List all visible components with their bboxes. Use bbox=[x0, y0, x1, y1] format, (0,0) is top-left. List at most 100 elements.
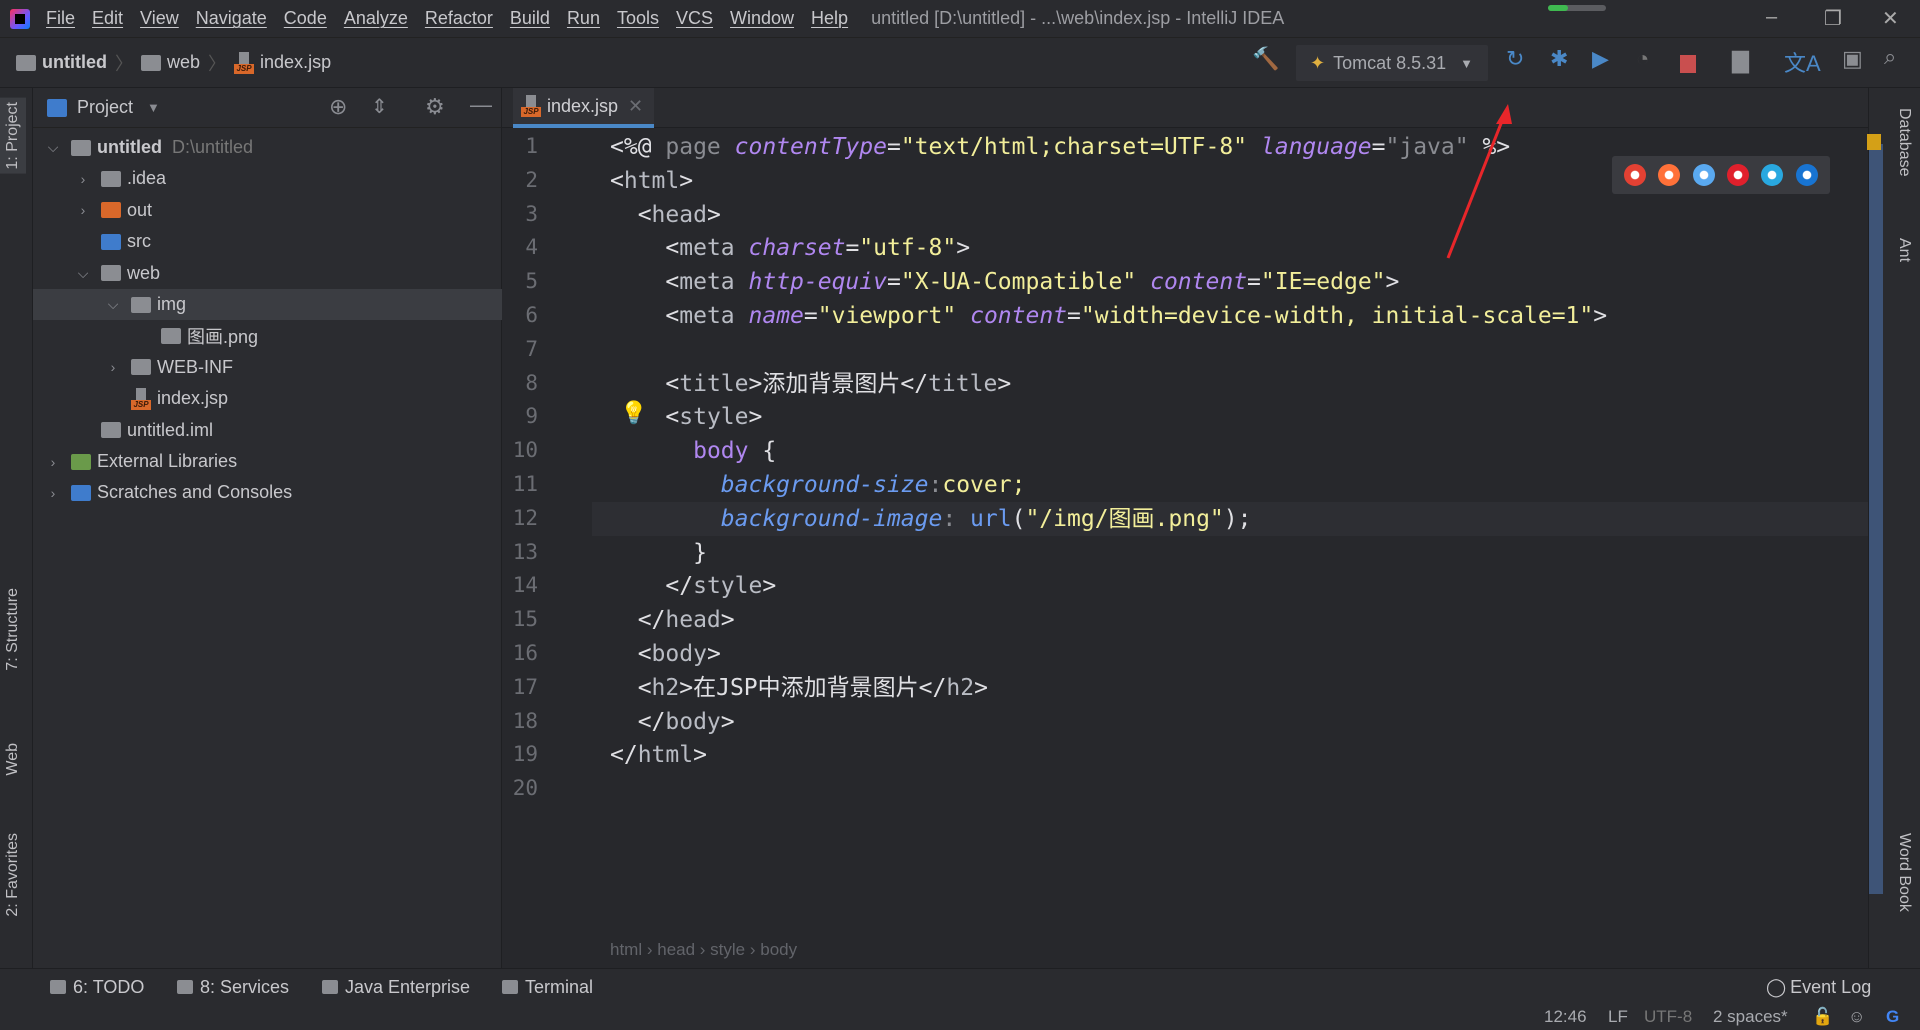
project-view-selector[interactable]: Project bbox=[77, 97, 133, 118]
tab-web[interactable]: Web bbox=[4, 743, 22, 776]
tab-word-book[interactable]: Word Book bbox=[1895, 833, 1913, 912]
terminal-window-icon[interactable]: ▣ bbox=[1842, 46, 1863, 72]
tab-ant[interactable]: Ant bbox=[1895, 238, 1913, 262]
code-line[interactable]: </head> bbox=[610, 603, 735, 637]
indent-setting[interactable]: 2 spaces* bbox=[1713, 1007, 1788, 1027]
edge-icon[interactable] bbox=[1795, 164, 1818, 186]
internet-explorer-icon[interactable] bbox=[1761, 164, 1784, 186]
chevron-down-icon[interactable]: ⌵ bbox=[73, 265, 93, 282]
safari-icon[interactable] bbox=[1692, 164, 1715, 186]
gear-icon[interactable]: ⚙ bbox=[425, 94, 445, 120]
tool-todo[interactable]: 6: TODO bbox=[50, 977, 144, 998]
line-separator[interactable]: LF bbox=[1608, 1007, 1628, 1027]
editor-breadcrumb-html[interactable]: html bbox=[610, 940, 642, 959]
editor-breadcrumb-style[interactable]: style bbox=[710, 940, 745, 959]
tree-item-out[interactable]: › out bbox=[33, 195, 502, 226]
breadcrumb-index-jsp[interactable]: index.jsp bbox=[234, 51, 331, 74]
chevron-down-icon[interactable]: ⌵ bbox=[103, 296, 123, 313]
inspector-icon[interactable]: ☺ bbox=[1848, 1007, 1865, 1027]
chevron-down-icon[interactable]: ⌵ bbox=[43, 139, 63, 156]
translate-icon[interactable]: 文A bbox=[1784, 46, 1821, 78]
tree-item-scratches-and-consoles[interactable]: › Scratches and Consoles bbox=[33, 477, 502, 508]
chevron-right-icon[interactable]: › bbox=[73, 171, 93, 187]
opera-icon[interactable] bbox=[1727, 164, 1750, 186]
menu-file[interactable]: File bbox=[46, 8, 75, 29]
code-line[interactable]: </style> bbox=[610, 569, 776, 603]
chevron-down-icon[interactable]: ▼ bbox=[147, 100, 160, 115]
google-translate-icon[interactable]: G bbox=[1886, 1007, 1899, 1027]
code-line[interactable]: <%@ page contentType="text/html;charset=… bbox=[610, 130, 1510, 164]
breadcrumb-web[interactable]: web bbox=[141, 52, 200, 73]
menu-run[interactable]: Run bbox=[567, 8, 600, 29]
tree-item-web-inf[interactable]: › WEB-INF bbox=[33, 352, 502, 383]
code-line[interactable]: <title>添加背景图片</title> bbox=[610, 367, 1011, 401]
menu-edit[interactable]: Edit bbox=[92, 8, 123, 29]
editor-breadcrumb-body[interactable]: body bbox=[760, 940, 797, 959]
menu-help[interactable]: Help bbox=[811, 8, 848, 29]
code-line[interactable]: <html> bbox=[610, 164, 693, 198]
locate-target-icon[interactable]: ⊕ bbox=[329, 94, 347, 120]
chevron-right-icon[interactable]: › bbox=[103, 359, 123, 375]
code-line[interactable]: background-image: url("/img/图画.png"); bbox=[610, 502, 1252, 536]
code-line[interactable]: background-size:cover; bbox=[610, 468, 1026, 502]
code-line[interactable]: } bbox=[610, 536, 707, 570]
tool-java-enterprise[interactable]: Java Enterprise bbox=[322, 977, 470, 998]
code-editor[interactable]: 1 2 3 4 5 6 7 8 9 10 11 12 13 14 15 16 17 18 19 20 <%@ page… bbox=[502, 128, 1868, 968]
tree-item-untitled[interactable]: ⌵ untitled D:\untitled bbox=[33, 132, 502, 163]
tool-event-log[interactable]: ◯ Event Log bbox=[1766, 977, 1871, 998]
menu-refactor[interactable]: Refactor bbox=[425, 8, 493, 29]
stop-icon[interactable] bbox=[1680, 55, 1696, 73]
tree-item--png[interactable]: 图画.png bbox=[33, 320, 502, 351]
tree-item-src[interactable]: src bbox=[33, 226, 502, 257]
run-with-coverage-icon[interactable]: ▶ bbox=[1592, 46, 1609, 72]
tree-item-index-jsp[interactable]: index.jsp bbox=[33, 383, 502, 414]
editor-scrollbar[interactable] bbox=[1869, 144, 1883, 894]
menu-code[interactable]: Code bbox=[284, 8, 327, 29]
build-hammer-icon[interactable]: 🔨 bbox=[1252, 46, 1279, 72]
code-line[interactable]: <body> bbox=[610, 637, 721, 671]
code-line[interactable]: <meta charset="utf-8"> bbox=[610, 231, 970, 265]
menu-vcs[interactable]: VCS bbox=[676, 8, 713, 29]
tree-item-external-libraries[interactable]: › External Libraries bbox=[33, 446, 502, 477]
menu-analyze[interactable]: Analyze bbox=[344, 8, 408, 29]
debug-bug-icon[interactable]: ✱ bbox=[1550, 46, 1568, 72]
tool-services[interactable]: 8: Services bbox=[177, 977, 289, 998]
code-line[interactable]: </body> bbox=[610, 705, 735, 739]
menu-tools[interactable]: Tools bbox=[617, 8, 659, 29]
project-structure-icon[interactable]: ▇ bbox=[1732, 48, 1749, 74]
editor-breadcrumb-head[interactable]: head bbox=[657, 940, 695, 959]
tab-database[interactable]: Database bbox=[1895, 108, 1913, 177]
run-configuration-dropdown[interactable]: ✦ Tomcat 8.5.31 ▼ bbox=[1296, 45, 1488, 81]
tab-index-jsp[interactable]: index.jsp ✕ bbox=[513, 88, 654, 128]
close-window-button[interactable]: ✕ bbox=[1882, 6, 1899, 31]
update-redeploy-icon[interactable]: ↻ bbox=[1506, 46, 1524, 72]
restore-button[interactable]: ❐ bbox=[1824, 6, 1842, 31]
menu-navigate[interactable]: Navigate bbox=[196, 8, 267, 29]
chrome-icon[interactable] bbox=[1624, 164, 1647, 186]
breadcrumb-untitled[interactable]: untitled bbox=[16, 52, 107, 73]
chevron-right-icon[interactable]: › bbox=[43, 485, 63, 501]
close-tab-icon[interactable]: ✕ bbox=[628, 96, 643, 117]
chevron-right-icon[interactable]: › bbox=[73, 202, 93, 218]
intention-bulb-icon[interactable]: 💡 bbox=[620, 400, 647, 426]
code-line[interactable]: body { bbox=[610, 434, 776, 468]
code-line[interactable]: <meta name="viewport" content="width=dev… bbox=[610, 299, 1607, 333]
code-line[interactable]: <h2>在JSP中添加背景图片</h2> bbox=[610, 671, 988, 705]
code-line[interactable]: </html> bbox=[610, 738, 707, 772]
hide-panel-icon[interactable]: — bbox=[470, 92, 492, 118]
chevron-right-icon[interactable]: › bbox=[43, 454, 63, 470]
menu-window[interactable]: Window bbox=[730, 8, 794, 29]
tree-item--idea[interactable]: › .idea bbox=[33, 163, 502, 194]
code-line[interactable]: <head> bbox=[610, 198, 721, 232]
tool-terminal[interactable]: Terminal bbox=[502, 977, 593, 998]
firefox-icon[interactable] bbox=[1658, 164, 1681, 186]
tree-item-img[interactable]: ⌵ img bbox=[33, 289, 502, 320]
tree-item-untitled-iml[interactable]: untitled.iml bbox=[33, 415, 502, 446]
tree-item-web[interactable]: ⌵ web bbox=[33, 258, 502, 289]
collapse-all-icon[interactable]: ⇕ bbox=[371, 94, 388, 119]
lock-icon[interactable]: 🔓 bbox=[1812, 1007, 1833, 1027]
search-icon[interactable]: ⌕ bbox=[1884, 44, 1896, 70]
caret-position[interactable]: 12:46 bbox=[1544, 1007, 1587, 1027]
tab-project[interactable]: 1: Project bbox=[0, 98, 26, 174]
tab-structure[interactable]: 7: Structure bbox=[4, 588, 22, 671]
